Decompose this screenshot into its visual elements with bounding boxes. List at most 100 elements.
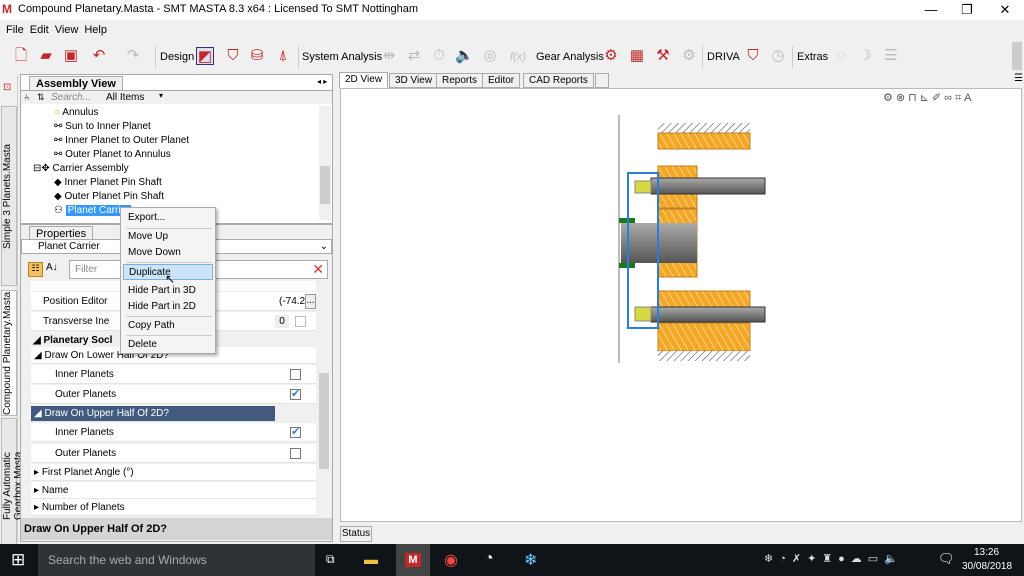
notifications-icon[interactable]: 🗨 [938, 551, 955, 567]
minimize-button[interactable]: — [912, 0, 950, 20]
menu-item-move-up[interactable]: Move Up [123, 229, 213, 245]
windows-start-icon[interactable]: ⊞ [11, 550, 25, 570]
tree-scrollbar[interactable] [319, 106, 331, 220]
menu-item-delete[interactable]: Delete [123, 337, 213, 353]
file-explorer-icon[interactable]: ▬ [364, 551, 378, 567]
checkbox[interactable]: ✔ [290, 427, 301, 438]
pin-icon[interactable]: ⊡ [3, 82, 11, 93]
toolbar-scroll[interactable] [1012, 42, 1022, 70]
design-label[interactable]: Design [160, 48, 194, 66]
menu-help[interactable]: Help [81, 22, 110, 38]
tab-reports[interactable]: Reports [436, 73, 484, 88]
app-icon[interactable]: ◔ [484, 550, 494, 568]
masta-taskbar-icon[interactable]: M [396, 544, 430, 576]
property-row[interactable]: Inner Planets [31, 365, 316, 384]
menu-item-copy-path[interactable]: Copy Path [123, 318, 213, 334]
checkbox[interactable] [290, 448, 301, 459]
taskbar-search[interactable]: Search the web and Windows [38, 544, 315, 576]
function-icon[interactable]: f(x) [510, 48, 526, 66]
clock-date[interactable]: 30/08/2018 [962, 561, 1012, 572]
categorized-icon[interactable]: ☷ [28, 262, 43, 277]
moon-icon[interactable]: ☽ [856, 47, 874, 65]
menu-item-export[interactable]: Export... [123, 210, 213, 226]
system-tray-icons[interactable]: ❄◔✗✦♜●☁▭🔈 [764, 552, 904, 565]
tree-item-sun-inner[interactable]: ⚯ Sun to Inner Planet [54, 121, 151, 132]
menu-item-hide-2d[interactable]: Hide Part in 2D [123, 299, 213, 315]
snowflake-app-icon[interactable]: ❄ [524, 550, 537, 570]
sound-icon[interactable]: 🔈 [455, 47, 474, 65]
maximize-button[interactable]: ❐ [948, 0, 986, 20]
task-view-icon[interactable]: ⧉ [326, 552, 335, 567]
database-icon[interactable]: ⛁ [248, 47, 266, 65]
tree-item-annulus[interactable]: ○ Annulus [54, 107, 98, 118]
tree-item-outer-pin-shaft[interactable]: ◆ Outer Planet Pin Shaft [54, 191, 164, 202]
design-mode-icon[interactable]: ◩ [196, 47, 214, 65]
system-analysis-tool-3-icon[interactable]: ⏱ [430, 47, 448, 65]
tree-item-inner-pin-shaft[interactable]: ◆ Inner Planet Pin Shaft [54, 177, 162, 188]
assembly-view-tab[interactable]: Assembly View [29, 76, 123, 91]
clear-filter-icon[interactable]: ✕ [312, 261, 324, 278]
extras-label[interactable]: Extras [797, 48, 828, 66]
status-tab[interactable]: Status [340, 526, 372, 542]
tab-blank[interactable] [595, 73, 609, 88]
property-row[interactable]: Outer Planets ✔ [31, 385, 316, 404]
gear-hammer-icon[interactable]: ⚒ [654, 47, 672, 65]
gear-analysis-label[interactable]: Gear Analysis [536, 48, 604, 66]
undo-icon[interactable]: ↶ [90, 47, 108, 65]
menu-view[interactable]: View [52, 22, 82, 38]
checkbox[interactable]: ✔ [290, 389, 301, 400]
system-analysis-tool-5-icon[interactable]: ◎ [481, 47, 499, 65]
tab-2d-view[interactable]: 2D View [339, 72, 389, 88]
open-folder-icon[interactable]: ▰ [37, 47, 55, 65]
mass-kg-icon[interactable]: ⛉ [224, 47, 242, 65]
clock-time[interactable]: 13:26 [974, 547, 999, 558]
drawing-icon[interactable]: ⍋ [274, 47, 292, 65]
tree-item-inner-outer[interactable]: ⚯ Inner Planet to Outer Planet [54, 135, 189, 146]
doc-tab-compound[interactable]: Compound Planetary.Masta [1, 290, 17, 416]
gear-grid-icon[interactable]: ▦ [628, 47, 646, 65]
redo-icon[interactable]: ↷ [124, 47, 142, 65]
menu-edit[interactable]: Edit [27, 22, 52, 38]
tab-editor[interactable]: Editor [482, 73, 521, 88]
property-row[interactable]: ▸ First Planet Angle (°) [31, 464, 316, 481]
property-row[interactable]: ▸ Number of Planets [31, 499, 316, 516]
tree-item-outer-annulus[interactable]: ⚯ Outer Planet to Annulus [54, 149, 171, 160]
system-analysis-tool-1-icon[interactable]: ⇹ [380, 47, 398, 65]
sort-alpha-icon[interactable]: A↓ [46, 262, 58, 273]
items-filter-dropdown[interactable]: All Items [106, 92, 144, 103]
new-file-icon[interactable]: 🗋 [12, 47, 30, 65]
menu-item-move-down[interactable]: Move Down [123, 245, 213, 261]
overflow-icon[interactable]: ☰ [1014, 73, 1023, 84]
chevron-down-icon[interactable]: ▾ [159, 91, 163, 100]
tree-item-carrier-assembly[interactable]: ⊟✥ Carrier Assembly [33, 163, 129, 174]
panel-nav-arrows[interactable]: ◂ ▸ [317, 77, 327, 86]
menu-file[interactable]: File [3, 22, 27, 38]
property-row[interactable]: ▸ Name [31, 482, 316, 499]
doc-tab-fully-automatic[interactable]: Fully Automatic Gearbox.Masta [1, 418, 24, 554]
close-button[interactable]: ✕ [986, 0, 1024, 20]
gear-bell-icon[interactable]: ⚙ [680, 47, 698, 65]
properties-scrollbar[interactable] [318, 281, 330, 516]
checkbox[interactable] [290, 369, 301, 380]
system-analysis-tool-2-icon[interactable]: ⇄ [405, 47, 423, 65]
doc-tab-simple[interactable]: Simple 3 Planets.Masta [1, 106, 17, 286]
save-icon[interactable]: ▣ [62, 47, 80, 65]
clock-icon[interactable]: ◷ [769, 47, 787, 65]
property-row[interactable]: Inner Planets ✔ [31, 423, 316, 442]
layers-icon[interactable]: ☰ [882, 47, 900, 65]
gears-icon[interactable]: ⚙ [602, 47, 620, 65]
chrome-icon[interactable]: ◉ [444, 550, 458, 570]
property-row-selected[interactable]: ◢ Draw On Upper Half Of 2D? [31, 406, 275, 422]
driva-label[interactable]: DRIVA [707, 48, 740, 66]
position-editor-button[interactable]: ... [305, 294, 316, 309]
tree-view-icon[interactable]: ⑃ [24, 92, 29, 102]
sort-icon[interactable]: ⇅ [37, 92, 45, 103]
assembly-search-input[interactable]: Search... [51, 92, 91, 103]
system-analysis-label[interactable]: System Analysis [302, 48, 382, 66]
property-row[interactable]: Outer Planets [31, 444, 316, 463]
refresh-icon[interactable]: ◌ [832, 47, 850, 65]
2d-view-canvas[interactable]: ⚙⊗⊓⊾✐∞⌗A [340, 88, 1022, 522]
tab-cad-reports[interactable]: CAD Reports [523, 73, 594, 88]
tab-3d-view[interactable]: 3D View [389, 73, 439, 88]
weight-icon[interactable]: ⛉ [744, 47, 762, 65]
